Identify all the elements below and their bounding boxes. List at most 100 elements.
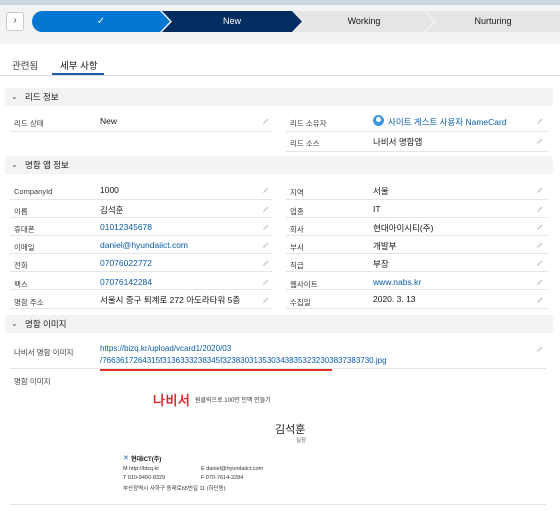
section-title: 리드 정보 xyxy=(25,92,59,102)
field-value-department: 개발부 xyxy=(373,241,397,251)
pencil-icon[interactable] xyxy=(262,186,270,194)
field-label: 나비서 명함 이미지 xyxy=(14,348,74,357)
stage-label: Nurturing xyxy=(474,16,512,26)
company-logo-icon: ✕ xyxy=(123,455,129,462)
field-divider xyxy=(10,235,272,236)
mobile-phone-link[interactable]: 01012345678 xyxy=(100,222,152,232)
section-title: 명함 이미지 xyxy=(25,319,67,329)
email-link[interactable]: daniel@hyundaiict.com xyxy=(100,240,188,250)
field-divider xyxy=(286,131,548,132)
chevron-down-icon: ⌄ xyxy=(11,319,18,328)
pencil-icon[interactable] xyxy=(536,278,544,286)
field-label: 지역 xyxy=(290,188,304,197)
chevron-right-icon: › xyxy=(13,15,17,26)
card-address: 부산광역시 사하구 동래로65번길 11 (하단동) xyxy=(123,486,226,492)
section-title: 명함 앱 정보 xyxy=(25,160,69,170)
field-divider xyxy=(10,271,272,272)
field-value-region: 서울 xyxy=(373,186,389,196)
chevron-down-icon: ⌄ xyxy=(11,92,18,101)
field-divider xyxy=(10,289,272,290)
section-lead-info-header[interactable]: ⌄ 리드 정보 xyxy=(5,88,553,106)
record-tabs: 관련됨 세부 사항 xyxy=(0,50,560,76)
card-person-title: 실장 xyxy=(296,438,307,444)
field-divider xyxy=(10,253,272,254)
card-image-url-line1[interactable]: https://bizq.kr/upload/vcard1/2020/03 xyxy=(100,344,231,353)
pencil-icon[interactable] xyxy=(536,259,544,267)
field-label: 리드 소유자 xyxy=(290,119,327,128)
pencil-icon[interactable] xyxy=(262,259,270,267)
section-card-app-header[interactable]: ⌄ 명함 앱 정보 xyxy=(5,156,553,174)
pencil-icon[interactable] xyxy=(536,117,544,125)
field-label: 직급 xyxy=(290,261,304,270)
field-divider xyxy=(286,253,548,254)
pencil-icon[interactable] xyxy=(536,296,544,304)
field-label: 이메일 xyxy=(14,243,35,252)
stage-label: New xyxy=(222,16,241,26)
active-tab-indicator xyxy=(52,73,104,75)
field-divider xyxy=(10,199,272,200)
field-label: CompanyId xyxy=(14,187,53,196)
card-company-name: 현대ICT(주) xyxy=(131,457,162,463)
card-brand-logo: 나비서 xyxy=(153,393,191,408)
pencil-icon[interactable] xyxy=(536,186,544,194)
field-divider xyxy=(10,504,546,505)
field-divider xyxy=(286,199,548,200)
pencil-icon[interactable] xyxy=(262,223,270,231)
field-label: 이름 xyxy=(14,207,28,216)
field-divider xyxy=(286,308,548,309)
pencil-icon[interactable] xyxy=(536,345,544,353)
card-image-url-line2[interactable]: /7663617264315f3136333238345f32383031353… xyxy=(100,356,387,365)
field-label: 리드 소스 xyxy=(290,139,320,148)
red-annotation-underline xyxy=(100,369,332,371)
tab-details[interactable]: 세부 사항 xyxy=(60,58,98,72)
field-divider xyxy=(286,217,548,218)
phone-link[interactable]: 07076022772 xyxy=(100,258,152,268)
field-divider xyxy=(10,131,272,132)
pencil-icon[interactable] xyxy=(536,241,544,249)
field-label: 리드 상태 xyxy=(14,119,44,128)
pencil-icon[interactable] xyxy=(262,241,270,249)
path-stage-new[interactable]: New xyxy=(162,11,302,32)
pencil-icon[interactable] xyxy=(262,205,270,213)
field-divider xyxy=(286,235,548,236)
field-label: 회사 xyxy=(290,225,304,234)
pencil-icon[interactable] xyxy=(262,117,270,125)
field-value-name: 김석훈 xyxy=(100,205,124,215)
path-stage-nurturing[interactable]: Nurturing xyxy=(426,11,560,32)
card-tel: T 010-9490-8329 xyxy=(123,475,166,481)
section-card-image-header[interactable]: ⌄ 명함 이미지 xyxy=(5,315,553,333)
lead-owner-link[interactable]: 사이트 게스트 사용자 NameCard xyxy=(388,116,507,128)
pencil-icon[interactable] xyxy=(262,296,270,304)
field-value-lead-source: 나비서 명함앱 xyxy=(373,137,423,147)
field-label: 수집일 xyxy=(290,298,311,307)
header-strip xyxy=(0,0,560,5)
pencil-icon[interactable] xyxy=(536,205,544,213)
field-divider xyxy=(286,289,548,290)
field-value-position: 부장 xyxy=(373,259,389,269)
field-label: 업종 xyxy=(290,207,304,216)
chevron-down-icon: ⌄ xyxy=(11,160,18,169)
field-divider xyxy=(10,368,546,369)
card-person-name: 김석훈 xyxy=(275,424,306,436)
field-value-industry: IT xyxy=(373,204,381,214)
pencil-icon[interactable] xyxy=(536,137,544,145)
field-divider xyxy=(10,217,272,218)
website-link[interactable]: www.nabs.kr xyxy=(373,277,421,287)
path-bar: › ✓ New Working Nurturing xyxy=(0,0,560,44)
field-divider xyxy=(286,271,548,272)
user-avatar-icon xyxy=(373,115,384,126)
field-divider xyxy=(10,308,272,309)
path-stage-complete[interactable]: ✓ xyxy=(32,11,170,32)
field-divider xyxy=(286,151,548,152)
pencil-icon[interactable] xyxy=(262,278,270,286)
field-label: 전화 xyxy=(14,261,28,270)
path-stage-working[interactable]: Working xyxy=(294,11,434,32)
path-stages: ✓ New Working Nurturing xyxy=(32,11,560,32)
pencil-icon[interactable] xyxy=(536,223,544,231)
stage-label: Working xyxy=(347,16,381,26)
fax-link[interactable]: 07076142284 xyxy=(100,277,152,287)
tab-related[interactable]: 관련됨 xyxy=(12,58,38,72)
path-toggle-button[interactable]: › xyxy=(6,12,24,31)
field-label: 휴대폰 xyxy=(14,225,35,234)
field-label: 부서 xyxy=(290,243,304,252)
